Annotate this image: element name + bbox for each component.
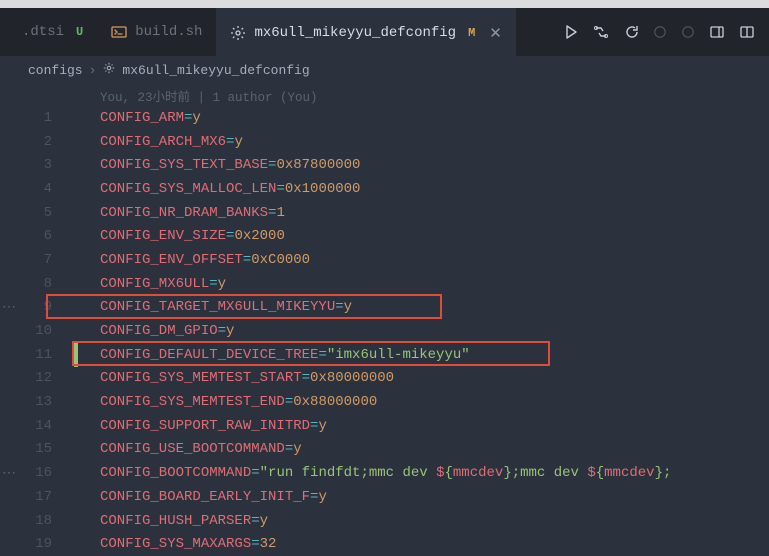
code-text: CONFIG_SYS_MEMTEST_END=0x88000000 [74, 394, 377, 410]
tab-defconfig[interactable]: mx6ull_mikeyyu_defconfig M ✕ [216, 8, 515, 56]
line-number: 18 [0, 513, 74, 529]
line-number: 6 [0, 228, 74, 244]
tab-label: mx6ull_mikeyyu_defconfig [254, 25, 456, 41]
code-text: CONFIG_ENV_OFFSET=0xC0000 [74, 252, 310, 268]
line-number: 1 [0, 110, 74, 126]
code-editor[interactable]: 1CONFIG_ARM=y2CONFIG_ARCH_MX6=y3CONFIG_S… [0, 106, 769, 556]
code-text: CONFIG_TARGET_MX6ULL_MIKEYYU=y [74, 299, 352, 315]
code-line[interactable]: 12CONFIG_SYS_MEMTEST_START=0x80000000 [0, 367, 769, 391]
code-text: CONFIG_HUSH_PARSER=y [74, 513, 268, 529]
line-number: 13 [0, 394, 74, 410]
gear-icon [102, 61, 116, 79]
chevron-right-icon: › [89, 63, 97, 78]
line-number: 17 [0, 489, 74, 505]
line-number: 10 [0, 323, 74, 339]
code-text: CONFIG_SYS_MAXARGS=32 [74, 536, 276, 552]
code-text: CONFIG_BOOTCOMMAND="run findfdt;mmc dev … [74, 465, 671, 481]
tab-bar: .dtsi U build.sh mx6ull_mikeyyu_defconfi… [0, 8, 769, 56]
terminal-icon [111, 24, 127, 40]
diff-marker [74, 343, 78, 367]
code-line[interactable]: 14CONFIG_SUPPORT_RAW_INITRD=y [0, 414, 769, 438]
tab-build-sh[interactable]: build.sh [97, 8, 216, 56]
collapse-indicator-icon[interactable]: ⋯ [2, 465, 16, 482]
code-text: CONFIG_SYS_MALLOC_LEN=0x1000000 [74, 181, 360, 197]
code-line[interactable]: 11CONFIG_DEFAULT_DEVICE_TREE="imx6ull-mi… [0, 343, 769, 367]
breadcrumb-segment: configs [28, 63, 83, 78]
code-line[interactable]: 8CONFIG_MX6ULL=y [0, 272, 769, 296]
code-text: CONFIG_SYS_MEMTEST_START=0x80000000 [74, 370, 394, 386]
line-number: 5 [0, 205, 74, 221]
collapse-indicator-icon[interactable]: ⋯ [2, 299, 16, 316]
toggle-side-icon[interactable] [709, 24, 725, 40]
line-number: 4 [0, 181, 74, 197]
code-line[interactable]: ⋯9CONFIG_TARGET_MX6ULL_MIKEYYU=y [0, 296, 769, 320]
split-editor-icon[interactable] [739, 24, 755, 40]
code-line[interactable]: 15CONFIG_USE_BOOTCOMMAND=y [0, 438, 769, 462]
diff-icon[interactable] [593, 24, 609, 40]
code-line[interactable]: 1CONFIG_ARM=y [0, 106, 769, 130]
code-text: CONFIG_ARM=y [74, 110, 201, 126]
code-line[interactable]: 3CONFIG_SYS_TEXT_BASE=0x87800000 [0, 153, 769, 177]
line-number: 12 [0, 370, 74, 386]
revert-icon[interactable] [623, 24, 639, 40]
code-line[interactable]: 19CONFIG_SYS_MAXARGS=32 [0, 532, 769, 556]
code-line[interactable]: 18CONFIG_HUSH_PARSER=y [0, 509, 769, 533]
code-line[interactable]: 4CONFIG_SYS_MALLOC_LEN=0x1000000 [0, 177, 769, 201]
breadcrumb[interactable]: configs › mx6ull_mikeyyu_defconfig [0, 56, 769, 84]
code-line[interactable]: 6CONFIG_ENV_SIZE=0x2000 [0, 224, 769, 248]
code-line[interactable]: 7CONFIG_ENV_OFFSET=0xC0000 [0, 248, 769, 272]
tab-label: .dtsi [22, 24, 64, 40]
code-text: CONFIG_DM_GPIO=y [74, 323, 234, 339]
code-line[interactable]: 13CONFIG_SYS_MEMTEST_END=0x88000000 [0, 390, 769, 414]
close-icon[interactable]: ✕ [489, 24, 502, 43]
code-line[interactable]: 17CONFIG_BOARD_EARLY_INIT_F=y [0, 485, 769, 509]
code-text: CONFIG_MX6ULL=y [74, 276, 226, 292]
code-line[interactable]: 10CONFIG_DM_GPIO=y [0, 319, 769, 343]
line-number: 15 [0, 441, 74, 457]
gear-icon [230, 25, 246, 41]
code-text: CONFIG_ENV_SIZE=0x2000 [74, 228, 285, 244]
code-line[interactable]: 2CONFIG_ARCH_MX6=y [0, 130, 769, 154]
code-line[interactable]: 5CONFIG_NR_DRAM_BANKS=1 [0, 201, 769, 225]
code-text: CONFIG_ARCH_MX6=y [74, 134, 243, 150]
tab-dtsi[interactable]: .dtsi U [8, 8, 97, 56]
code-text: CONFIG_NR_DRAM_BANKS=1 [74, 205, 285, 221]
line-number: 19 [0, 536, 74, 552]
tab-status-untracked: U [76, 25, 83, 39]
code-text: CONFIG_SYS_TEXT_BASE=0x87800000 [74, 157, 360, 173]
line-number: 8 [0, 276, 74, 292]
run-icon[interactable] [563, 24, 579, 40]
line-number: 3 [0, 157, 74, 173]
tab-status-modified: M [468, 26, 475, 40]
line-number: 11 [0, 347, 74, 363]
prev-change-icon[interactable] [653, 25, 667, 39]
breadcrumb-segment: mx6ull_mikeyyu_defconfig [122, 63, 309, 78]
git-blame-annotation: You, 23小时前 | 1 author (You) [0, 84, 769, 106]
tab-label: build.sh [135, 24, 202, 40]
code-text: CONFIG_BOARD_EARLY_INIT_F=y [74, 489, 327, 505]
line-number: 7 [0, 252, 74, 268]
editor-actions [563, 24, 761, 40]
code-text: CONFIG_DEFAULT_DEVICE_TREE="imx6ull-mike… [74, 347, 470, 363]
code-text: CONFIG_SUPPORT_RAW_INITRD=y [74, 418, 327, 434]
line-number: 2 [0, 134, 74, 150]
code-text: CONFIG_USE_BOOTCOMMAND=y [74, 441, 302, 457]
window-titlebar [0, 0, 769, 8]
code-line[interactable]: ⋯16CONFIG_BOOTCOMMAND="run findfdt;mmc d… [0, 461, 769, 485]
line-number: 14 [0, 418, 74, 434]
next-change-icon[interactable] [681, 25, 695, 39]
